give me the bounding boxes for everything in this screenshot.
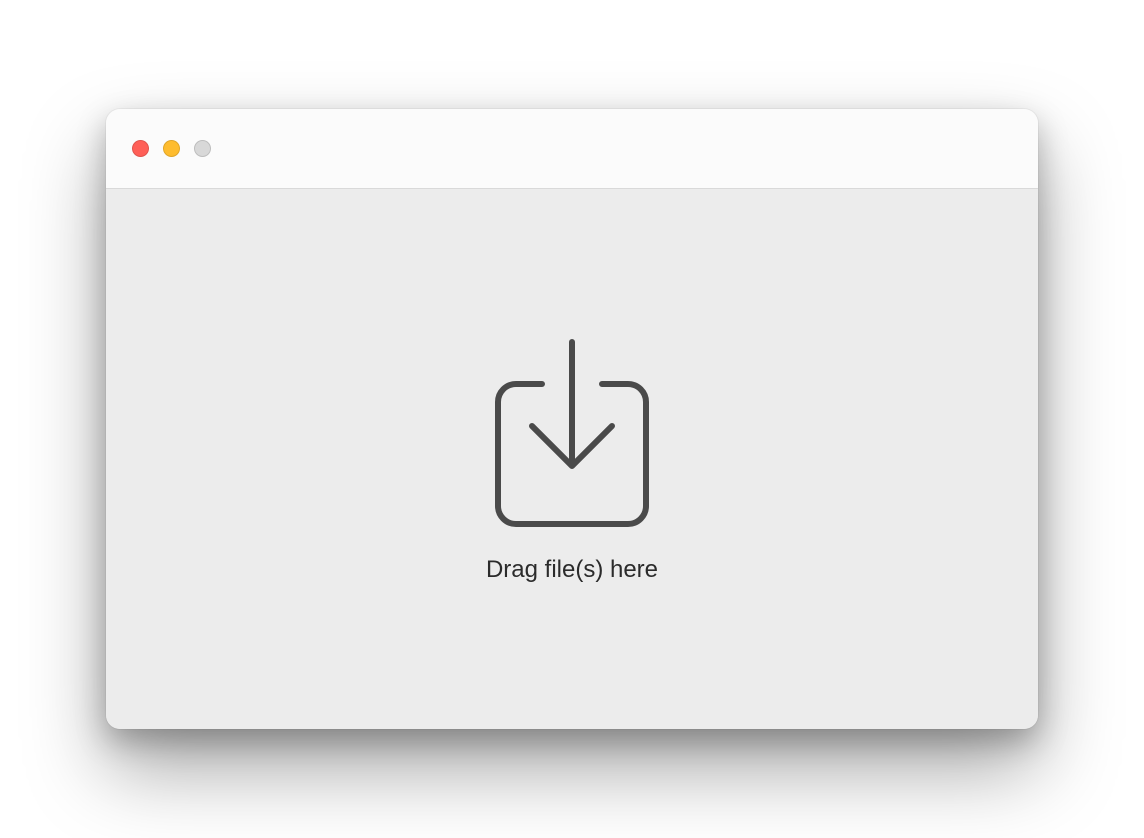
content-area: Drag file(s) here	[106, 189, 1038, 729]
app-window: Drag file(s) here	[106, 109, 1038, 729]
dropzone-label: Drag file(s) here	[486, 556, 658, 585]
window-close-button[interactable]	[132, 140, 149, 157]
file-dropzone[interactable]: Drag file(s) here	[486, 334, 658, 585]
download-tray-icon	[488, 334, 656, 534]
window-minimize-button[interactable]	[163, 140, 180, 157]
window-zoom-button[interactable]	[194, 140, 211, 157]
titlebar	[106, 109, 1038, 189]
